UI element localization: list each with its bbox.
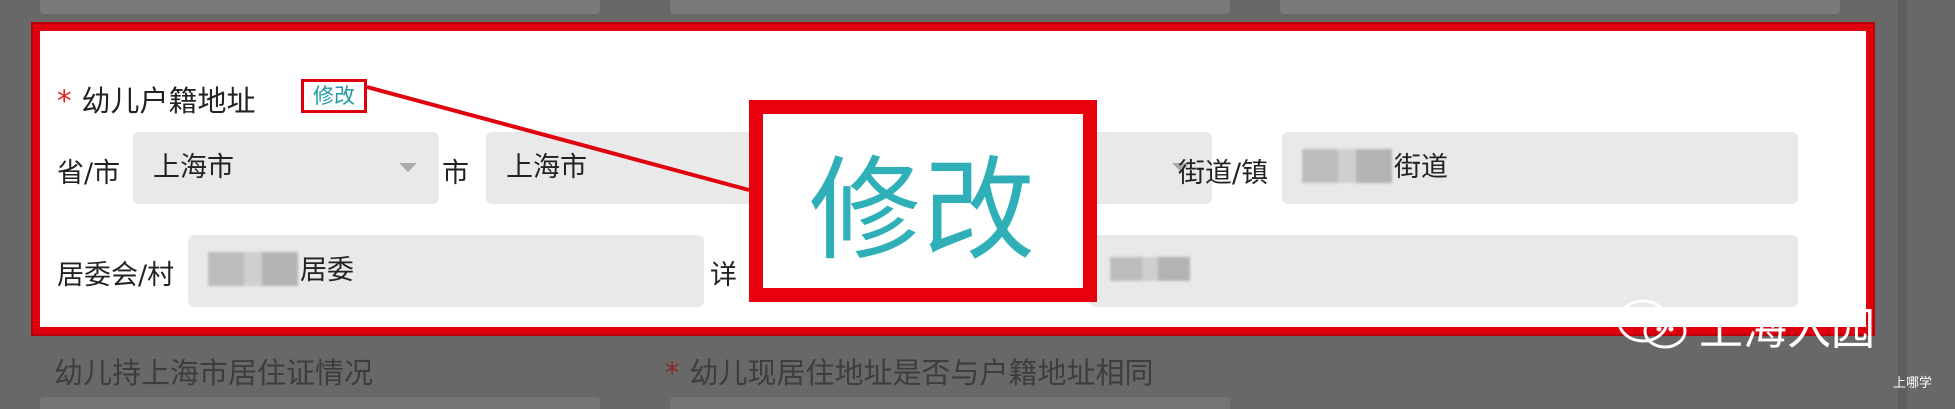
committee-label: 居委会/村 [57,260,175,291]
province-label: 省/市 [57,158,121,189]
detail-address-label: 详 [710,260,737,291]
background-field-top-right [1280,0,1840,14]
committee-value: 居委 [300,255,354,286]
city-select[interactable]: 上海市 [486,132,766,204]
edit-link[interactable]: 修改 [301,79,367,113]
city-label: 市 [442,158,469,189]
wechat-icon [1617,299,1687,349]
corner-watermark: 上哪学 [1893,376,1933,391]
chevron-down-icon [399,163,417,172]
wechat-watermark: 上海入园 [1615,293,1875,357]
background-field-top-middle [670,0,1230,14]
street-select[interactable]: 街道 [1282,132,1798,204]
residence-permit-label: 幼儿持上海市居住证情况 [54,356,374,390]
required-mark: * [665,356,680,390]
province-select[interactable]: 上海市 [133,132,439,204]
zoom-callout: 修改 [749,100,1097,302]
street-value: 街道 [1394,152,1448,183]
zoom-callout-text: 修改 [809,146,1037,276]
scrollbar-track[interactable] [1898,0,1907,409]
same-address-label: * 幼儿现居住地址是否与户籍地址相同 [665,356,1154,390]
background-field-bottom-left [40,397,600,409]
committee-select[interactable]: 居委 [188,235,704,307]
watermark-text: 上海入园 [1699,304,1875,355]
redacted-text [208,251,298,286]
redacted-text [1110,256,1190,281]
province-value: 上海市 [153,152,234,183]
city-value: 上海市 [506,152,587,183]
redacted-text [1302,148,1392,183]
required-mark: * [57,84,72,118]
section-title: * 幼儿户籍地址 [57,84,256,118]
background-field-bottom-right [670,397,1230,409]
street-label: 街道/镇 [1178,158,1269,189]
background-field-top-left [40,0,600,14]
